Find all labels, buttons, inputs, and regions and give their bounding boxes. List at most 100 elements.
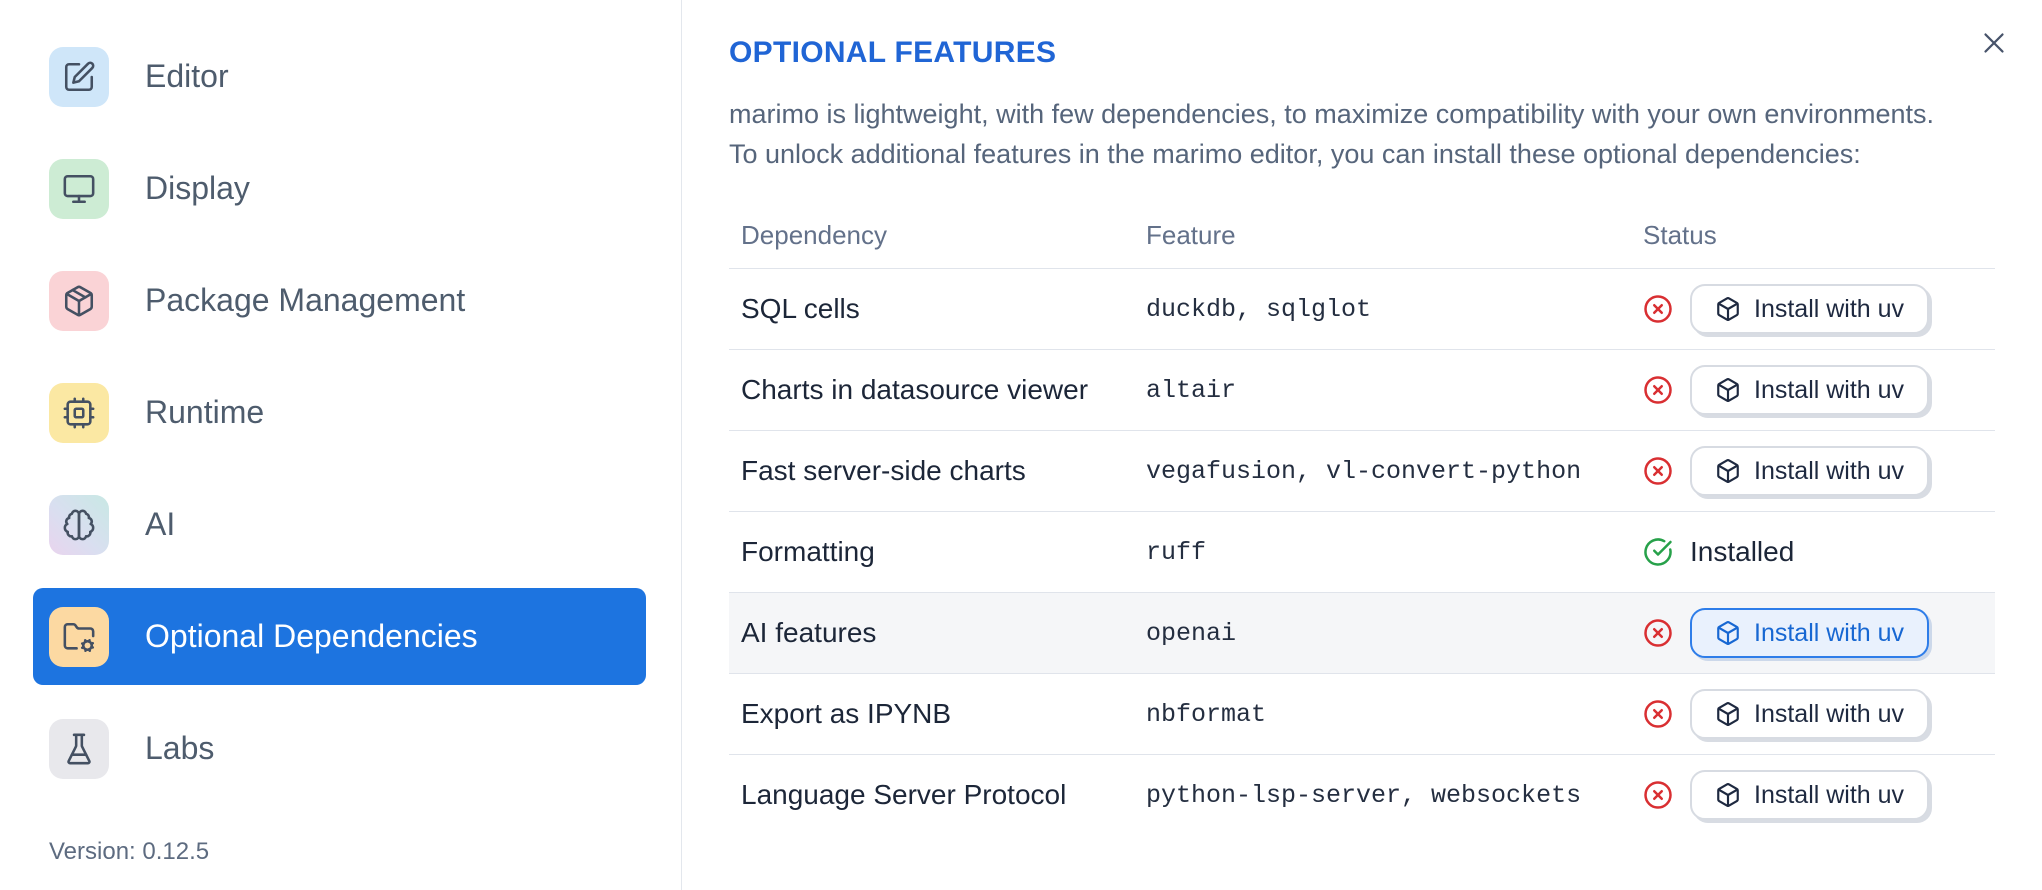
status-cell: Install with uv	[1643, 689, 1995, 739]
description-line-1: marimo is lightweight, with few dependen…	[729, 99, 1935, 129]
sidebar-item-label: Optional Dependencies	[145, 618, 478, 654]
sidebar-item-label: AI	[145, 506, 176, 542]
box-icon	[1717, 459, 1739, 483]
package-icon-tile	[49, 270, 109, 331]
sidebar-item-optional-dependencies[interactable]: Optional Dependencies	[33, 588, 646, 685]
install-button-label: Install with uv	[1754, 294, 1905, 323]
install-button-label: Install with uv	[1754, 456, 1905, 485]
status-cell: Installed	[1643, 536, 1995, 568]
circle-x-icon	[1643, 294, 1673, 324]
table-row: Charts in datasource viewer altair Install…	[729, 350, 1995, 431]
table-row: Formatting ruff Installed	[729, 512, 1995, 593]
circle-x-icon	[1643, 618, 1673, 648]
close-icon	[1984, 33, 2004, 53]
sidebar-item-runtime[interactable]: Runtime	[33, 364, 646, 461]
install-with-uv-button[interactable]: Install with uv	[1690, 770, 1930, 820]
dependency-name: Fast server-side charts	[741, 455, 1026, 486]
circle-check-icon	[1644, 538, 1672, 566]
dependency-name: Language Server Protocol	[741, 779, 1067, 810]
sidebar-item-package-management[interactable]: Package Management	[33, 252, 646, 349]
circle-x-icon	[1644, 376, 1672, 404]
header-status: Status	[1643, 219, 1717, 250]
circle-x-icon	[1643, 780, 1673, 810]
circle-x-icon	[1644, 295, 1672, 323]
feature-packages: altair	[1146, 375, 1237, 405]
install-button-label: Install with uv	[1754, 375, 1905, 404]
sidebar-item-label: Package Management	[145, 282, 466, 318]
circle-x-icon	[1644, 457, 1672, 485]
sidebar-item-labs[interactable]: Labs	[33, 700, 646, 797]
brain-icon-tile	[49, 494, 109, 555]
install-with-uv-button[interactable]: Install with uv	[1690, 365, 1930, 415]
status-cell: Install with uv	[1643, 365, 1995, 415]
feature-packages: openai	[1146, 618, 1237, 648]
table-header-row: Dependency Feature Status	[729, 202, 1995, 269]
circle-x-icon	[1643, 456, 1673, 486]
dependencies-table: Dependency Feature Status SQL cells duckd…	[729, 202, 1995, 835]
flask-icon-tile	[49, 718, 109, 779]
flask-icon	[67, 733, 91, 764]
sidebar-item-label: Editor	[145, 58, 229, 94]
dependency-name: Charts in datasource viewer	[741, 374, 1089, 405]
close-button[interactable]	[1976, 26, 2012, 62]
table-row: Fast server-side charts vegafusion, vl-co…	[729, 431, 1995, 512]
panel-title: OPTIONAL FEATURES	[729, 36, 1057, 69]
install-button-label: Install with uv	[1754, 780, 1905, 809]
install-button-label: Install with uv	[1754, 699, 1905, 728]
header-dependency: Dependency	[741, 219, 887, 250]
table-row: Language Server Protocol python-lsp-serve…	[729, 755, 1995, 835]
install-with-uv-button[interactable]: Install with uv	[1690, 446, 1930, 496]
sidebar-nav: Editor Display Package Management Runtime AI…	[0, 0, 681, 797]
header-feature: Feature	[1146, 219, 1236, 250]
cpu-icon	[63, 397, 95, 428]
sidebar-item-label: Labs	[145, 730, 215, 766]
installed-status-text: Installed	[1690, 536, 1795, 567]
panel-description: marimo is lightweight, with few dependen…	[729, 94, 1999, 174]
description-line-2: To unlock additional features in the mar…	[729, 139, 1861, 169]
folder-cog-icon	[63, 622, 95, 652]
circle-x-icon	[1643, 375, 1673, 405]
dependency-name: Export as IPYNB	[741, 698, 952, 729]
status-cell: Install with uv	[1643, 608, 1995, 658]
install-with-uv-button[interactable]: Install with uv	[1690, 689, 1930, 739]
dependency-name: AI features	[741, 617, 877, 648]
table-row: SQL cells duckdb, sqlglot Install with uv	[729, 269, 1995, 350]
circle-x-icon	[1644, 619, 1672, 647]
status-cell: Install with uv	[1643, 446, 1995, 496]
sidebar-item-ai[interactable]: AI	[33, 476, 646, 573]
box-icon	[1717, 702, 1739, 726]
cpu-icon-tile	[49, 382, 109, 443]
dependency-name: Formatting	[741, 536, 875, 567]
box-icon	[1717, 378, 1739, 402]
table-row: Export as IPYNB nbformat Install with uv	[729, 674, 1995, 755]
circle-x-icon	[1644, 781, 1672, 809]
monitor-icon	[63, 174, 95, 203]
box-icon	[1717, 783, 1739, 807]
status-cell: Install with uv	[1643, 284, 1995, 334]
brain-icon	[63, 509, 95, 540]
box-icon	[1717, 297, 1739, 321]
table-body: SQL cells duckdb, sqlglot Install with uv C…	[729, 269, 1995, 835]
feature-packages: ruff	[1146, 537, 1207, 567]
box-icon	[1717, 621, 1739, 645]
sidebar-item-label: Display	[145, 170, 250, 206]
version-label: Version: 0.12.5	[49, 838, 210, 865]
sidebar-item-editor[interactable]: Editor	[33, 28, 646, 125]
feature-packages: vegafusion, vl-convert-python	[1146, 456, 1582, 486]
monitor-icon-tile	[49, 158, 109, 219]
package-icon	[64, 285, 94, 316]
install-with-uv-button[interactable]: Install with uv	[1690, 608, 1930, 658]
status-cell: Install with uv	[1643, 770, 1995, 820]
dependency-name: SQL cells	[741, 293, 860, 324]
folder-cog-icon-tile	[49, 606, 109, 667]
feature-packages: python-lsp-server, websockets	[1146, 780, 1582, 810]
sidebar-item-display[interactable]: Display	[33, 140, 646, 237]
edit-icon	[64, 61, 95, 91]
install-with-uv-button[interactable]: Install with uv	[1690, 284, 1930, 334]
circle-check-icon	[1643, 537, 1673, 567]
feature-packages: nbformat	[1146, 699, 1267, 729]
settings-sidebar: Editor Display Package Management Runtime AI…	[0, 0, 682, 890]
sidebar-item-label: Runtime	[145, 394, 265, 430]
optional-features-panel: OPTIONAL FEATURES marimo is lightweight,…	[682, 0, 2042, 890]
circle-x-icon	[1644, 700, 1672, 728]
